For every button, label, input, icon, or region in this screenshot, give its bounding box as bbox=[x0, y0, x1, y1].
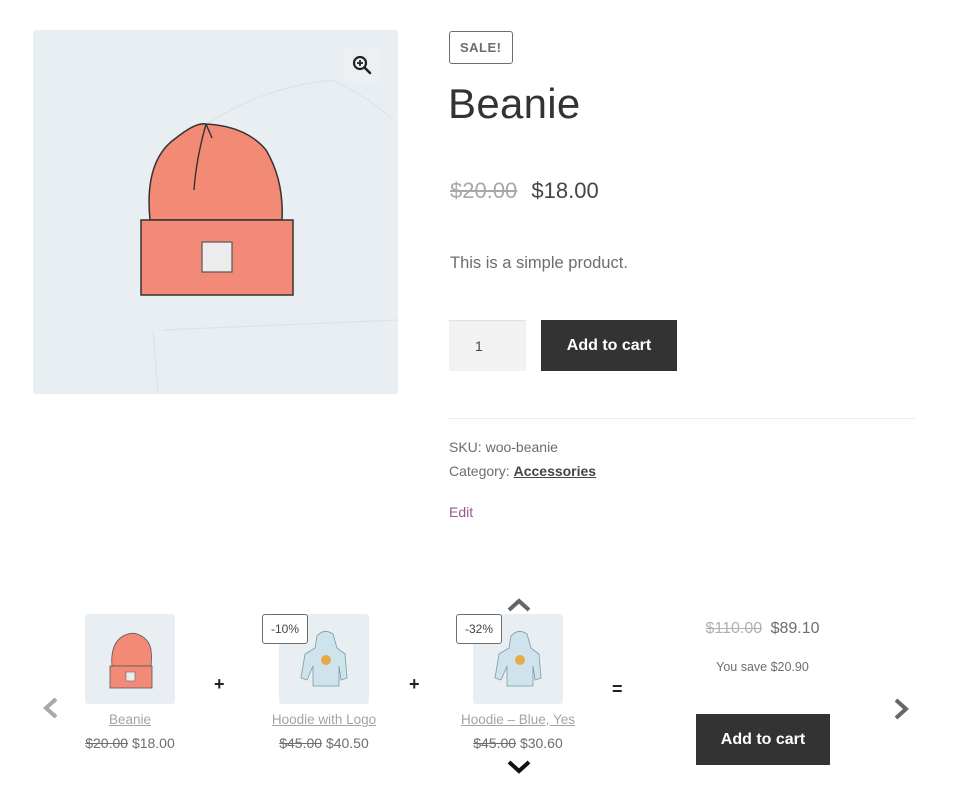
discount-badge: -32% bbox=[456, 614, 503, 644]
bundle-item-regular-price: $20.00 bbox=[85, 735, 129, 751]
bundle-item-regular-price: $45.00 bbox=[473, 735, 517, 751]
sku-line: SKU: woo-beanie bbox=[449, 439, 558, 455]
sale-price: $18.00 bbox=[531, 178, 599, 203]
bundle-item-name[interactable]: Hoodie – Blue, Yes bbox=[428, 712, 608, 727]
bundle-item: Beanie $20.00 $18.00 bbox=[40, 614, 220, 751]
category-link[interactable]: Accessories bbox=[514, 463, 597, 479]
add-to-cart-button[interactable]: Add to cart bbox=[541, 320, 677, 371]
sku-label: SKU: bbox=[449, 439, 482, 455]
beanie-thumbnail-image bbox=[109, 632, 153, 689]
bundle-item-sale-price: $30.60 bbox=[519, 735, 563, 751]
bundle-item: -32% Hoodie – Blue, Yes $45.00 $30.60 bbox=[428, 614, 608, 751]
product-price: $20.00 $18.00 bbox=[450, 178, 599, 204]
bundle-savings: You save $20.90 bbox=[716, 660, 809, 674]
sale-badge: SALE! bbox=[449, 31, 513, 64]
bundle-total: $110.00 $89.10 You save $20.90 bbox=[680, 620, 845, 674]
chevron-right-icon[interactable] bbox=[892, 697, 910, 721]
bundle-item-regular-price: $45.00 bbox=[279, 735, 323, 751]
bundle-item-thumbnail[interactable]: -10% bbox=[262, 614, 369, 704]
bundle-item-sale-price: $40.50 bbox=[325, 735, 369, 751]
bundle-total-regular: $110.00 bbox=[705, 620, 763, 637]
plus-sign: + bbox=[214, 674, 225, 694]
chevron-down-icon[interactable] bbox=[506, 759, 532, 775]
quantity-input[interactable] bbox=[449, 320, 526, 371]
bundle-item-thumbnail[interactable]: -32% bbox=[456, 614, 563, 704]
bundle-total-price: $110.00 $89.10 bbox=[680, 620, 845, 638]
plus-sign: + bbox=[409, 674, 420, 694]
edit-link[interactable]: Edit bbox=[449, 504, 473, 520]
discount-badge: -10% bbox=[262, 614, 309, 644]
category-line: Category: Accessories bbox=[449, 463, 596, 479]
bundle-item-name[interactable]: Beanie bbox=[40, 712, 220, 727]
bundle-item-price: $45.00 $40.50 bbox=[234, 735, 414, 751]
regular-price: $20.00 bbox=[450, 178, 518, 203]
bundle-item-price: $45.00 $30.60 bbox=[428, 735, 608, 751]
bundle-item-price: $20.00 $18.00 bbox=[40, 735, 220, 751]
zoom-in-icon bbox=[352, 55, 372, 75]
chevron-up-icon[interactable] bbox=[506, 597, 532, 613]
bundle-total-sale: $89.10 bbox=[770, 620, 820, 637]
gallery-zoom-button[interactable] bbox=[344, 48, 380, 82]
product-gallery[interactable] bbox=[33, 30, 398, 394]
bundle-item-thumbnail[interactable] bbox=[85, 614, 175, 704]
bundle-item: -10% Hoodie with Logo $45.00 $40.50 bbox=[234, 614, 414, 751]
equals-sign: = bbox=[612, 679, 623, 699]
bundle-add-to-cart-button[interactable]: Add to cart bbox=[696, 714, 830, 765]
category-label: Category: bbox=[449, 463, 510, 479]
short-description: This is a simple product. bbox=[450, 254, 628, 272]
bundle-item-name[interactable]: Hoodie with Logo bbox=[234, 712, 414, 727]
product-title: Beanie bbox=[448, 80, 581, 127]
sku-value: woo-beanie bbox=[485, 439, 558, 455]
divider bbox=[449, 418, 915, 419]
bundle-item-sale-price: $18.00 bbox=[131, 735, 175, 751]
beanie-image bbox=[140, 123, 294, 296]
